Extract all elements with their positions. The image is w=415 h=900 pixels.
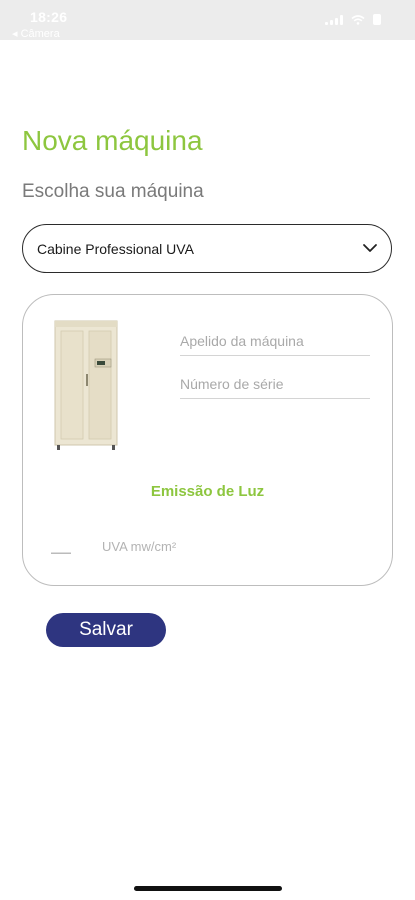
- battery-icon: [373, 14, 381, 25]
- chevron-down-icon[interactable]: [361, 239, 379, 257]
- uva-input[interactable]: [102, 539, 252, 554]
- uva-field[interactable]: [102, 538, 252, 562]
- uva-sensor-icon: ▬▬▬▬: [51, 550, 71, 556]
- status-bar: 18:26 ◂ Câmera: [0, 0, 415, 40]
- status-icons: [325, 13, 381, 25]
- uva-cabinet-image: [54, 320, 118, 450]
- home-indicator[interactable]: [134, 886, 282, 891]
- nickname-field[interactable]: [180, 325, 370, 356]
- page-title: Nova máquina: [22, 125, 203, 156]
- signal-icon: [325, 15, 343, 25]
- save-button[interactable]: Salvar: [46, 613, 166, 647]
- status-time: 18:26: [30, 9, 68, 25]
- serial-number-input[interactable]: [180, 376, 370, 392]
- wifi-icon: [351, 15, 365, 25]
- page-subtitle: Escolha sua máquina: [22, 181, 204, 202]
- serial-number-field[interactable]: [180, 368, 370, 399]
- nickname-input[interactable]: [180, 333, 370, 349]
- machine-select-value: Cabine Professional UVA: [37, 241, 194, 257]
- light-emission-title: Emissão de Luz: [150, 483, 265, 500]
- machine-card: Emissão de Luz ▬▬▬▬: [22, 294, 393, 586]
- back-to-camera-link[interactable]: ◂ Câmera: [12, 27, 60, 40]
- machine-select[interactable]: Cabine Professional UVA: [22, 224, 392, 273]
